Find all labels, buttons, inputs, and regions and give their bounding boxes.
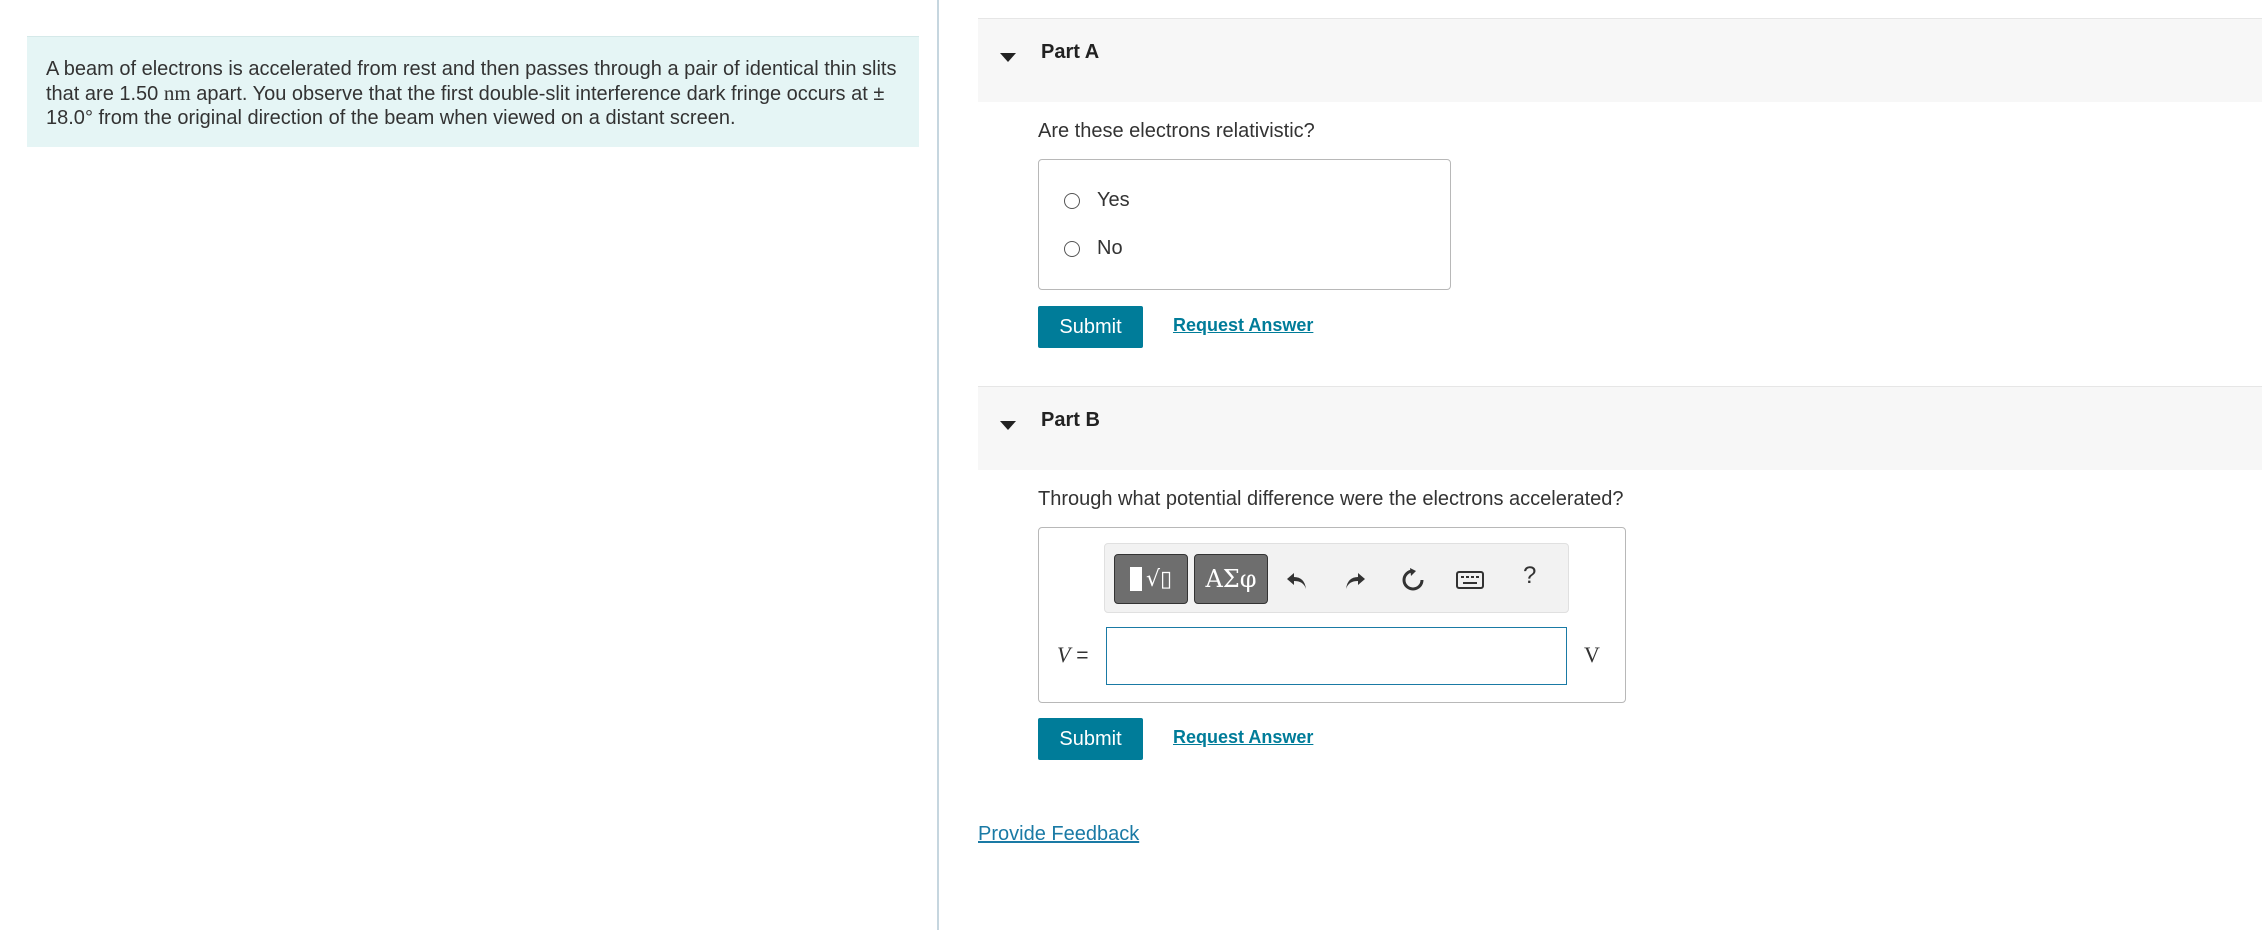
problem-degree: °	[84, 107, 93, 129]
answer-input[interactable]	[1106, 627, 1567, 685]
template-block-icon	[1129, 567, 1142, 591]
radio-no[interactable]	[1064, 240, 1080, 257]
greek-symbols-button[interactable]: ΑΣφ	[1194, 554, 1268, 604]
choice-yes-label: Yes	[1097, 189, 1130, 211]
variable-symbol: V	[1057, 642, 1071, 667]
problem-text-3: from the original direction of the beam …	[92, 107, 736, 129]
part-a-header[interactable]: Part A	[978, 18, 2262, 102]
column-divider	[937, 0, 939, 930]
problem-unit-nm: nm	[163, 81, 191, 105]
choice-no[interactable]: No	[1064, 237, 1123, 260]
sqrt-template-icon: √▯	[1145, 566, 1173, 592]
unit-label: V	[1584, 642, 1600, 667]
reset-icon[interactable]	[1399, 566, 1427, 594]
part-b-header[interactable]: Part B	[978, 386, 2262, 470]
variable-label: V =	[1057, 642, 1089, 668]
provide-feedback-link[interactable]: Provide Feedback	[978, 823, 1139, 846]
part-b-question: Through what potential difference were t…	[1038, 488, 1624, 510]
part-a-request-answer-link[interactable]: Request Answer	[1173, 315, 1313, 336]
part-b-request-answer-link[interactable]: Request Answer	[1173, 727, 1313, 748]
math-toolbar: √▯ ΑΣφ ?	[1104, 543, 1569, 613]
part-a-question: Are these electrons relativistic?	[1038, 120, 1315, 142]
collapse-caret-icon[interactable]	[1000, 421, 1016, 430]
part-b-answer-box: √▯ ΑΣφ ? V = V	[1038, 527, 1626, 703]
help-icon[interactable]: ?	[1523, 562, 1536, 590]
redo-icon[interactable]	[1341, 566, 1369, 594]
part-a-title: Part A	[1041, 41, 1100, 63]
undo-icon[interactable]	[1283, 566, 1311, 594]
part-b-submit-button[interactable]: Submit	[1038, 718, 1143, 760]
choice-no-label: No	[1097, 237, 1123, 259]
collapse-caret-icon[interactable]	[1000, 53, 1016, 62]
part-b-title: Part B	[1041, 409, 1100, 431]
problem-statement: A beam of electrons is accelerated from …	[27, 36, 919, 147]
choice-yes[interactable]: Yes	[1064, 189, 1130, 212]
radio-yes[interactable]	[1064, 192, 1080, 209]
equals-sign: =	[1076, 644, 1089, 667]
keyboard-icon[interactable]	[1456, 566, 1484, 594]
templates-button[interactable]: √▯	[1114, 554, 1188, 604]
part-a-choices: Yes No	[1038, 159, 1451, 290]
greek-symbols-icon: ΑΣφ	[1205, 565, 1257, 593]
part-a-submit-button[interactable]: Submit	[1038, 306, 1143, 348]
